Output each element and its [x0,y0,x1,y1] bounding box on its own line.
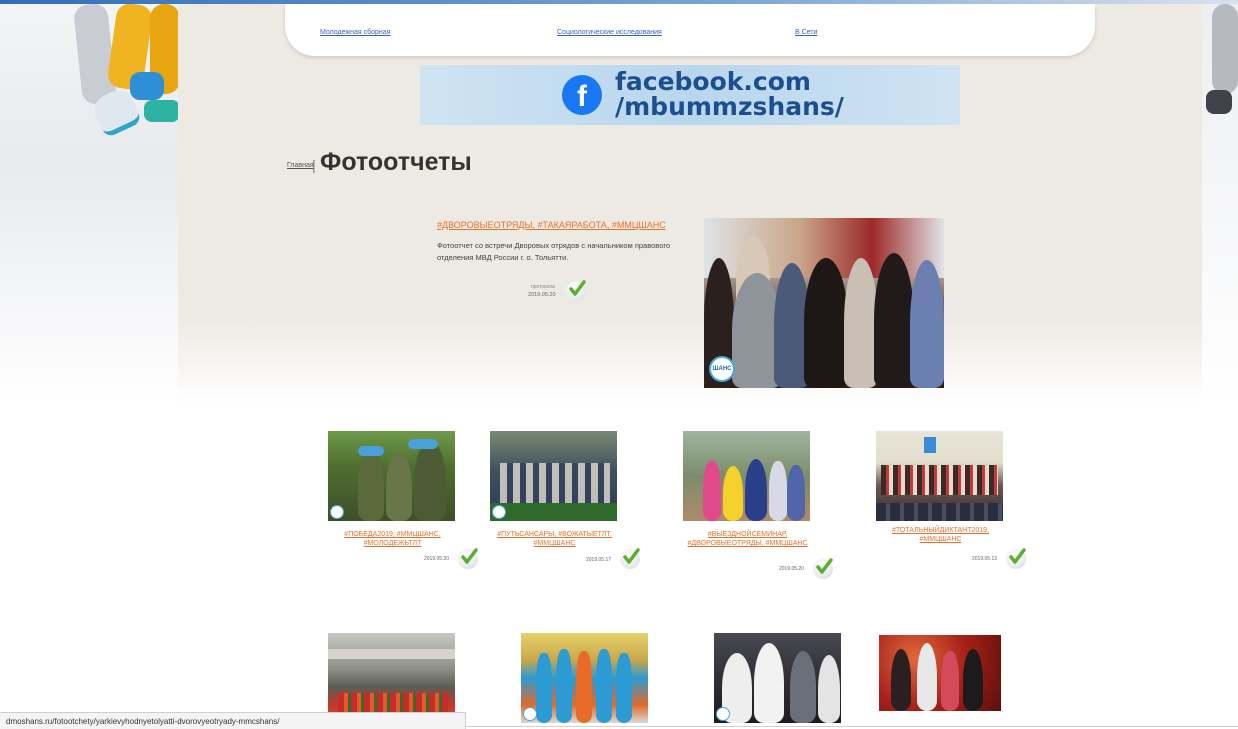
nav-link-online[interactable]: В Сети [795,29,817,36]
checkmark-icon [566,280,586,301]
photo-person [874,253,914,388]
report-card-date: 2019.05.20 [424,556,450,562]
facebook-icon: f [562,75,602,115]
photo-person [844,258,878,388]
nav-link-sociological-research[interactable]: Социологические исследования [557,29,662,36]
checkmark-icon [458,548,478,569]
photo-crowd [881,465,998,495]
beret-graphic [358,446,384,456]
shans-logo-badge [330,505,344,519]
window-bottom-edge [466,726,1238,727]
photo-person [723,466,743,521]
background-photo-right [1202,4,1238,404]
checkmark-icon [620,548,640,569]
photo-person [787,465,805,521]
breadcrumb-separator: | [312,157,316,173]
photo-person [818,655,840,723]
report-card-title[interactable]: #ПУТЬСАНСАРЫ, #ВОЖАТЫЕТЛТ, #ММЦШАНС [487,530,622,548]
photo-flowers [338,693,448,713]
photo-seats [876,503,1003,521]
page: Молодежная сборная Социологические иссле… [0,0,1238,729]
photo-person [576,651,592,723]
report-card-photo[interactable] [876,431,1003,521]
report-card-photo[interactable] [328,431,455,521]
featured-date-label: протокола [531,284,555,290]
shans-logo-badge: ШАНС [709,356,735,382]
content-panel [178,4,1202,404]
photo-person [769,461,787,521]
page-title: Фотоотчеты [320,148,472,176]
top-navigation: Молодежная сборная Социологические иссле… [285,4,1095,56]
facebook-banner-line1: facebook.com [615,67,811,96]
nav-link-youth-team[interactable]: Молодежная сборная [320,29,390,36]
featured-report-photo[interactable]: ШАНС [704,218,944,388]
photo-person [941,651,959,711]
checkmark-icon [813,558,833,579]
featured-date: 2019.05.20 [528,292,556,298]
photo-person [386,453,412,521]
report-card-date: 2019.05.17 [586,557,612,563]
photo-crowd [500,463,610,503]
photo-grass [490,503,617,521]
breadcrumb-home[interactable]: Главная [287,162,314,169]
report-card-photo[interactable] [879,635,1001,711]
report-card-title[interactable]: #ВЫЕЗДНОЙСЕМИНАР, #ДВОРОВЫЕОТРЯДЫ, #ММЦШ… [680,530,815,548]
facebook-banner-text: facebook.com /mbummzshans/ [615,69,844,119]
featured-report-title[interactable]: #ДВОРОВЫЕОТРЯДЫ, #ТАКАЯРАБОТА, #ММЦШАНС [437,220,666,230]
browser-status-bar: dmoshans.ru/fotootchety/yarkievyhodnyeto… [0,712,466,729]
report-card-photo[interactable] [490,431,617,521]
report-card-date: 2019.05.20 [779,566,805,572]
report-card-photo[interactable] [714,633,841,723]
beret-graphic [408,439,438,449]
background-photo-left [0,4,180,404]
report-card-title[interactable]: #ПОБЕДА2019, #ММЦШАНС, #МОЛОДЕЖЬТЛТ [325,530,460,548]
photo-person [891,649,911,711]
photo-person [910,260,944,388]
facebook-banner-line2: /mbummzshans/ [615,92,844,121]
photo-person [414,441,446,521]
shans-logo-badge [523,707,537,721]
photo-person [616,653,632,723]
report-card-date: 2019.05.13 [972,556,998,562]
sneaker-graphic [130,72,164,100]
photo-person [963,649,983,711]
shans-logo-badge [492,505,506,519]
report-card-title[interactable]: #ТОТАЛЬНЫЙДИКТАНТ2019, #ММЦШАНС [873,526,1008,544]
photo-person [917,643,937,711]
checkmark-icon [1006,548,1026,569]
photo-person [556,649,572,723]
photo-person [536,653,552,723]
shans-logo-badge [716,707,730,721]
photo-person [745,459,767,521]
photo-person [790,651,816,723]
featured-report-description: Фотоотчет со встречи Дворовых отрядов с … [437,241,671,262]
report-card-photo[interactable] [521,633,648,723]
photo-person [754,643,784,723]
facebook-banner[interactable]: f facebook.com /mbummzshans/ [420,65,960,125]
legs-graphic [1212,4,1238,94]
report-card-photo[interactable] [328,633,455,723]
photo-building [328,649,455,659]
photo-emblem [924,437,936,453]
photo-person [358,449,384,521]
sneaker-graphic [1206,90,1232,114]
sneaker-graphic [144,100,180,122]
photo-person [703,461,721,521]
report-card-photo[interactable] [683,431,810,521]
photo-person [596,649,612,723]
photo-person [804,258,848,388]
